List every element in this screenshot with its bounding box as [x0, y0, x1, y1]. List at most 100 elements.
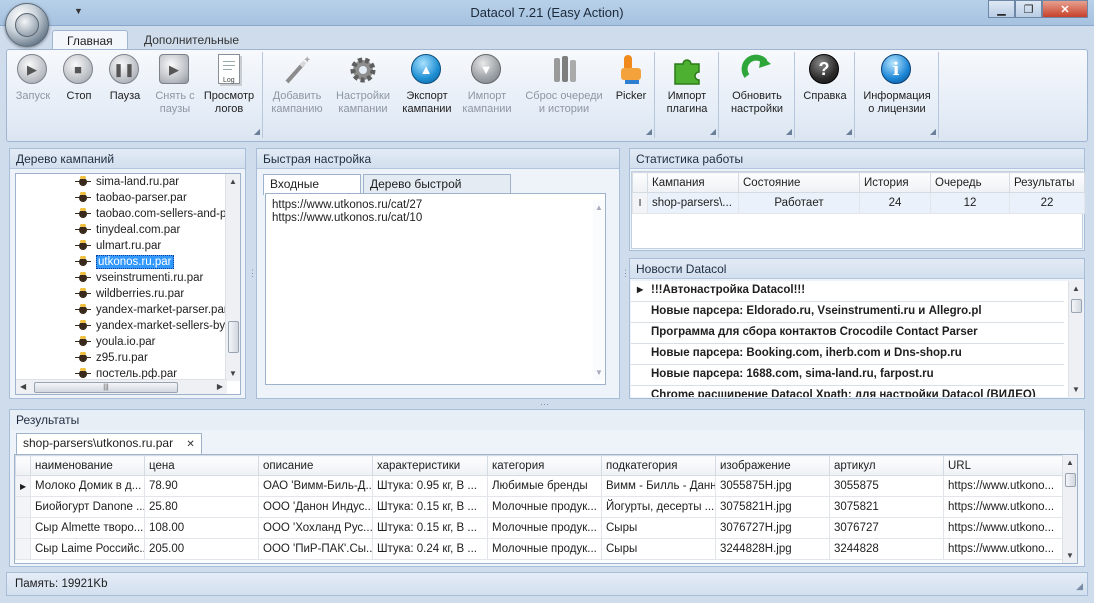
- import-plugin-button[interactable]: Импорт плагина: [659, 50, 715, 116]
- table-row[interactable]: ▶ Молоко Домик в д... 78.90 ОАО 'Вимм-Биль-…: [15, 475, 1064, 497]
- close-tab-icon[interactable]: ✕: [186, 439, 194, 450]
- tree-item[interactable]: vseinstrumenti.ru.par: [75, 270, 203, 286]
- results-cell[interactable]: ОАО 'Вимм-Биль-Д...: [258, 475, 373, 497]
- tab-input-data[interactable]: Входные данные: [263, 174, 361, 205]
- results-cell[interactable]: Биойогурт Danone ...: [30, 496, 145, 518]
- tree-item[interactable]: wildberries.ru.par: [75, 286, 184, 302]
- group-launcher-icon[interactable]: ◢: [710, 127, 716, 136]
- results-cell[interactable]: 108.00: [144, 517, 259, 539]
- reset-queue-button[interactable]: Сброс очереди и истории: [519, 50, 609, 116]
- scroll-down-icon[interactable]: ▼: [593, 365, 605, 380]
- results-cell[interactable]: Молочные продук...: [487, 517, 602, 539]
- results-cell[interactable]: 25.80: [144, 496, 259, 518]
- picker-button[interactable]: Picker: [611, 50, 651, 103]
- stats-cell[interactable]: 12: [930, 192, 1010, 214]
- license-info-button[interactable]: i Информация о лицензии: [859, 50, 935, 116]
- results-cell[interactable]: 78.90: [144, 475, 259, 497]
- help-button[interactable]: ? Справка: [799, 50, 851, 103]
- results-cell[interactable]: https://www.utkono...: [943, 538, 1064, 560]
- news-list[interactable]: ▶ !!!Автонастройка Datacol!!! Новые парсер…: [631, 281, 1083, 397]
- tree-item[interactable]: yandex-market-parser.par: [75, 302, 228, 318]
- tree-item[interactable]: sima-land.ru.par: [75, 174, 179, 190]
- close-button[interactable]: ✕: [1042, 0, 1088, 18]
- scroll-down-icon[interactable]: ▼: [226, 366, 240, 381]
- group-launcher-icon[interactable]: ◢: [930, 127, 936, 136]
- results-cell[interactable]: Сыр Almette творо...: [30, 517, 145, 539]
- pause-button[interactable]: ❚❚ Пауза: [103, 50, 147, 103]
- table-row[interactable]: Сыр Almette творо... 108.00 ООО 'Хохланд Р…: [15, 517, 1064, 539]
- unpause-button[interactable]: ▶ Снять с паузы: [149, 50, 201, 116]
- stop-button[interactable]: ■ Стоп: [57, 50, 101, 103]
- table-row[interactable]: Сыр Laime Российс... 205.00 ООО 'ПиР-ПАК'.…: [15, 538, 1064, 560]
- tree-item[interactable]: ulmart.ru.par: [75, 238, 161, 254]
- results-cell[interactable]: Штука: 0.95 кг, В ...: [372, 475, 488, 497]
- results-column-header[interactable]: категория: [487, 455, 602, 476]
- campaign-settings-button[interactable]: Настройки кампании: [331, 50, 395, 116]
- tree-item[interactable]: utkonos.ru.par: [75, 254, 174, 270]
- tree-item[interactable]: taobao-parser.par: [75, 190, 187, 206]
- results-cell[interactable]: ООО 'Данон Индус...: [258, 496, 373, 518]
- stats-grid[interactable]: Кампания Состояние История Очередь Резул…: [631, 171, 1085, 249]
- news-item[interactable]: Новые парсера: Booking.com, iherb.com и …: [631, 344, 1064, 365]
- results-cell[interactable]: 3076727: [829, 517, 944, 539]
- scroll-up-icon[interactable]: ▲: [226, 174, 240, 189]
- group-launcher-icon[interactable]: ◢: [846, 127, 852, 136]
- scroll-down-icon[interactable]: ▼: [1069, 382, 1083, 397]
- group-launcher-icon[interactable]: ◢: [646, 127, 652, 136]
- scroll-thumb[interactable]: [1065, 473, 1076, 487]
- results-cell[interactable]: 3055875H.jpg: [715, 475, 830, 497]
- results-cell[interactable]: Вимм - Билль - Данн: [601, 475, 716, 497]
- maximize-button[interactable]: ❐: [1015, 0, 1042, 18]
- results-column-header[interactable]: наименование: [30, 455, 145, 476]
- col-history[interactable]: История: [859, 172, 931, 193]
- update-settings-button[interactable]: Обновить настройки: [723, 50, 791, 116]
- results-cell[interactable]: Молочные продук...: [487, 496, 602, 518]
- col-results[interactable]: Результаты: [1009, 172, 1085, 193]
- scroll-down-icon[interactable]: ▼: [1063, 548, 1077, 563]
- results-column-header[interactable]: URL: [943, 455, 1064, 476]
- results-column-header[interactable]: цена: [144, 455, 259, 476]
- news-scrollbar[interactable]: ▲ ▼: [1068, 281, 1083, 397]
- col-state[interactable]: Состояние: [738, 172, 860, 193]
- news-item[interactable]: Новые парсера: Eldorado.ru, Vseinstrumen…: [631, 302, 1064, 323]
- stats-cell[interactable]: shop-parsers\...: [647, 192, 739, 214]
- results-cell[interactable]: Молоко Домик в д...: [30, 475, 145, 497]
- results-tab[interactable]: shop-parsers\utkonos.ru.par ✕: [16, 433, 202, 454]
- results-cell[interactable]: Штука: 0.24 кг, В ...: [372, 538, 488, 560]
- news-item[interactable]: Программа для сбора контактов Crocodile …: [631, 323, 1064, 344]
- import-campaign-button[interactable]: ▼ Импорт кампании: [459, 50, 515, 116]
- results-cell[interactable]: Штука: 0.15 кг, В ...: [372, 517, 488, 539]
- app-menu-button[interactable]: [5, 3, 49, 47]
- results-cell[interactable]: Молочные продук...: [487, 538, 602, 560]
- results-cell[interactable]: 3076727H.jpg: [715, 517, 830, 539]
- results-cell[interactable]: ООО 'Хохланд Рус...: [258, 517, 373, 539]
- results-column-header[interactable]: характеристики: [372, 455, 488, 476]
- results-cell[interactable]: 3244828H.jpg: [715, 538, 830, 560]
- table-row[interactable]: Биойогурт Danone ... 25.80 ООО 'Данон Инду…: [15, 496, 1064, 518]
- results-cell[interactable]: 3055875: [829, 475, 944, 497]
- scroll-thumb[interactable]: [1071, 299, 1082, 313]
- results-cell[interactable]: Сыры: [601, 517, 716, 539]
- tree-item[interactable]: z95.ru.par: [75, 350, 148, 366]
- textarea-scrollbar[interactable]: ▲ ▼: [593, 200, 605, 380]
- input-urls-textarea[interactable]: https://www.utkonos.ru/cat/27 https://ww…: [265, 193, 606, 385]
- results-cell[interactable]: Любимые бренды: [487, 475, 602, 497]
- results-cell[interactable]: 205.00: [144, 538, 259, 560]
- results-grid[interactable]: наименование цена описание характеристики ка…: [14, 454, 1078, 564]
- results-cell[interactable]: Сыр Laime Российс...: [30, 538, 145, 560]
- stats-cell[interactable]: 22: [1009, 192, 1085, 214]
- start-button[interactable]: ▶ Запуск: [11, 50, 55, 103]
- view-logs-button[interactable]: Log Просмотр логов: [203, 50, 255, 116]
- results-cell[interactable]: https://www.utkono...: [943, 496, 1064, 518]
- resize-grip-icon[interactable]: ◢: [1076, 581, 1083, 592]
- tab-additional[interactable]: Дополнительные: [130, 30, 253, 51]
- scroll-up-icon[interactable]: ▲: [593, 200, 605, 215]
- scroll-up-icon[interactable]: ▲: [1069, 281, 1083, 296]
- results-scrollbar[interactable]: ▲ ▼: [1062, 455, 1077, 563]
- results-column-header[interactable]: изображение: [715, 455, 830, 476]
- export-campaign-button[interactable]: ▲ Экспорт кампании: [399, 50, 455, 116]
- scroll-up-icon[interactable]: ▲: [1063, 455, 1077, 470]
- news-item[interactable]: ▶ !!!Автонастройка Datacol!!!: [631, 281, 1064, 302]
- results-cell[interactable]: https://www.utkono...: [943, 475, 1064, 497]
- results-cell[interactable]: Штука: 0.15 кг, В ...: [372, 496, 488, 518]
